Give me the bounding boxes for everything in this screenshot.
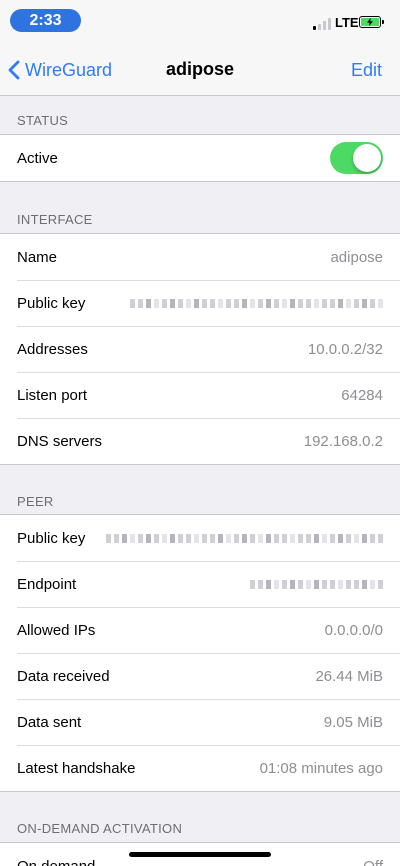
navigation-bar: WireGuard adipose Edit <box>0 44 400 96</box>
row-peer-latest-handshake[interactable]: Latest handshake 01:08 minutes ago <box>0 745 400 791</box>
row-label: Listen port <box>17 386 88 404</box>
edit-button[interactable]: Edit <box>351 60 382 81</box>
row-label: Addresses <box>17 340 88 358</box>
row-label: Public key <box>17 529 86 547</box>
row-label: Latest handshake <box>17 759 136 777</box>
row-interface-public-key[interactable]: Public key <box>0 280 400 326</box>
interface-group: Name adipose Public key Addresses 10.0.0… <box>0 233 400 465</box>
row-peer-allowed-ips[interactable]: Allowed IPs 0.0.0.0/0 <box>0 607 400 653</box>
active-label: Active <box>17 149 58 167</box>
status-time: 2:33 <box>10 9 81 32</box>
redacted-public-key <box>130 298 383 308</box>
signal-strength-icon <box>313 18 331 30</box>
page-title: adipose <box>165 59 235 79</box>
row-label: Endpoint <box>17 575 77 593</box>
row-label: Allowed IPs <box>17 621 96 639</box>
status-group: Active <box>0 134 400 182</box>
section-header-peer: PEER <box>17 494 54 509</box>
home-indicator <box>129 852 271 857</box>
row-value: 64284 <box>341 386 383 404</box>
redacted-peer-public-key <box>106 533 383 543</box>
active-toggle[interactable] <box>330 142 383 174</box>
row-label: DNS servers <box>17 432 103 450</box>
row-label: On demand <box>17 857 96 866</box>
row-value: 192.168.0.2 <box>303 432 383 450</box>
row-active: Active <box>0 135 400 181</box>
row-value: 0.0.0.0/0 <box>324 621 383 639</box>
row-interface-addresses[interactable]: Addresses 10.0.0.2/32 <box>0 326 400 372</box>
row-peer-endpoint[interactable]: Endpoint <box>0 561 400 607</box>
battery-charging-icon <box>359 16 384 28</box>
redacted-endpoint <box>250 579 383 589</box>
row-value: adipose <box>330 248 383 266</box>
row-value: 26.44 MiB <box>315 667 383 685</box>
row-value: Off <box>363 857 383 866</box>
row-peer-public-key[interactable]: Public key <box>0 515 400 561</box>
row-interface-listen-port[interactable]: Listen port 64284 <box>0 372 400 418</box>
section-header-interface: INTERFACE <box>17 212 93 227</box>
row-label: Name <box>17 248 58 266</box>
row-interface-dns-servers[interactable]: DNS servers 192.168.0.2 <box>0 418 400 464</box>
row-interface-name[interactable]: Name adipose <box>0 234 400 280</box>
section-header-on-demand: ON-DEMAND ACTIVATION <box>17 821 183 836</box>
row-peer-data-received[interactable]: Data received 26.44 MiB <box>0 653 400 699</box>
peer-group: Public key Endpoint Allowed IPs 0.0.0.0/… <box>0 514 400 792</box>
section-header-status: STATUS <box>17 113 69 128</box>
row-value: 10.0.0.2/32 <box>307 340 383 358</box>
network-type: LTE <box>335 15 359 30</box>
row-peer-data-sent[interactable]: Data sent 9.05 MiB <box>0 699 400 745</box>
toggle-knob <box>353 144 381 172</box>
row-label: Data received <box>17 667 110 685</box>
row-value: 9.05 MiB <box>323 713 383 731</box>
row-value: 01:08 minutes ago <box>259 759 383 777</box>
status-bar: 2:33 LTE <box>0 0 400 44</box>
row-label: Data sent <box>17 713 82 731</box>
row-label: Public key <box>17 294 86 312</box>
